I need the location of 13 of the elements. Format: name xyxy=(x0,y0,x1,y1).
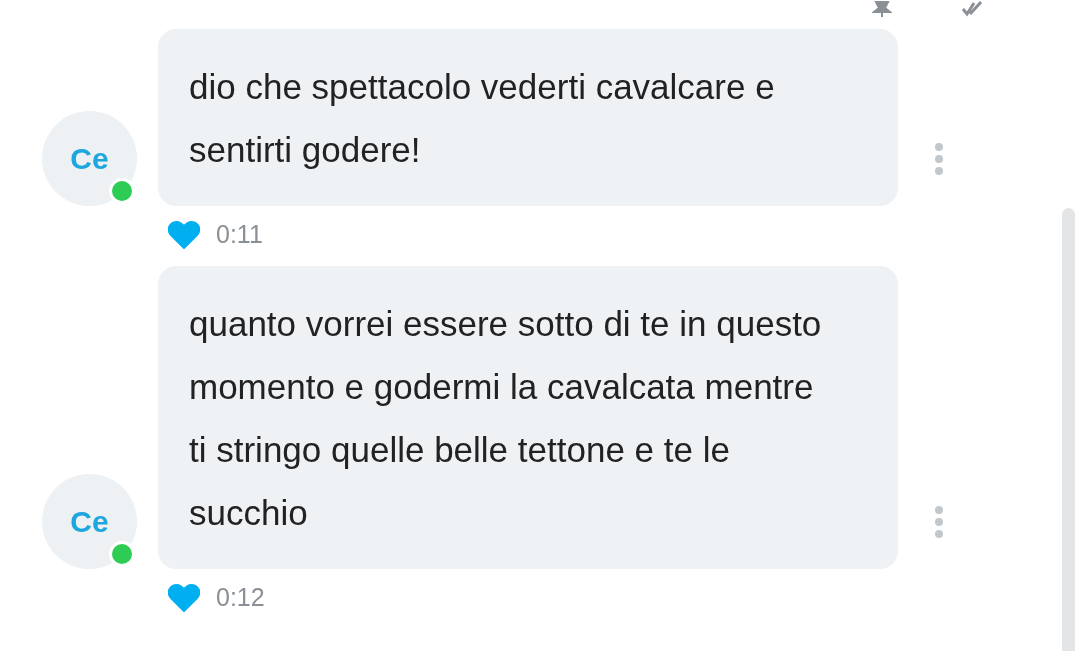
more-icon[interactable] xyxy=(934,505,944,539)
more-icon[interactable] xyxy=(934,142,944,176)
message-time: 0:12 xyxy=(216,583,265,612)
message-time: 0:11 xyxy=(216,220,263,249)
user-avatar[interactable]: Ce xyxy=(42,111,137,206)
message-bubble: quanto vorrei essere sotto di te in questo momento e godermi la cavalcata mentre ti stringo quelle belle tettone e te le succhio xyxy=(158,266,898,569)
message-bubble: dio che spettacolo vederti cavalcare e sentirti godere! xyxy=(158,29,898,206)
scrollbar-thumb[interactable] xyxy=(1062,208,1075,651)
pin-icon[interactable] xyxy=(872,1,892,17)
heart-icon[interactable] xyxy=(168,583,200,612)
user-avatar[interactable]: Ce xyxy=(42,474,137,569)
heart-icon[interactable] xyxy=(168,220,200,249)
double-check-icon xyxy=(962,1,982,17)
